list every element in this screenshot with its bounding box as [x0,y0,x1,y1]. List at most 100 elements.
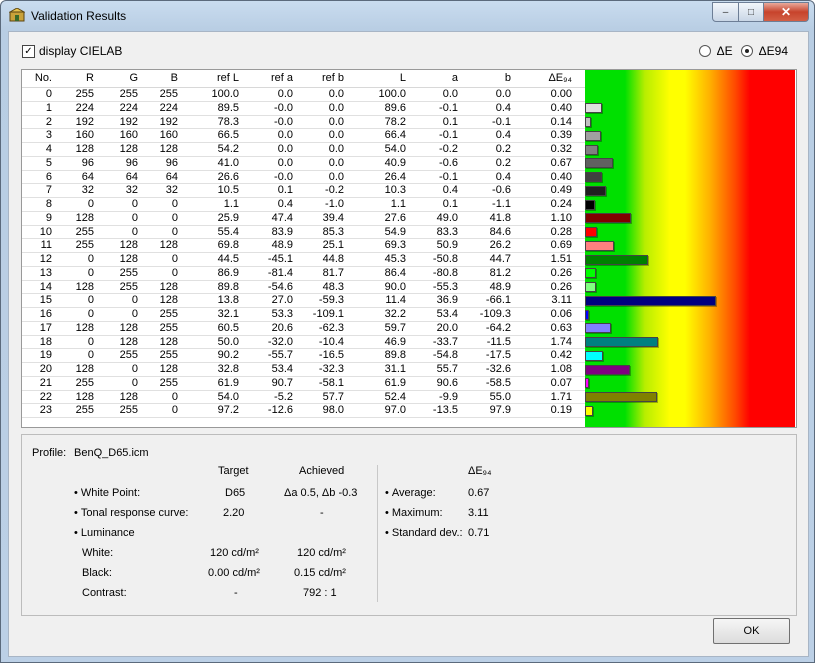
display-cielab-checkbox[interactable]: ✓ display CIELAB [22,44,122,58]
table-row[interactable]: 23 255 255 0 97.2 -12.6 98.0 97.0 -13.5 97.9 0.19 [22,404,585,418]
table-cell: 160 [159,129,178,142]
table-row[interactable]: 7 32 32 32 10.5 0.1 -0.2 10.3 0.4 -0.6 0.49 [22,184,585,198]
table-cell: 60.5 [217,321,239,334]
table-row[interactable]: 13 0 255 0 86.9 -81.4 81.7 86.4 -80.8 81.2 0.26 [22,267,585,281]
checkbox-box[interactable]: ✓ [22,44,35,58]
delta-e-bar [585,103,602,114]
table-cell: 0 [87,266,94,279]
table-cell: 64 [125,170,138,183]
table-row[interactable]: 11 255 128 128 69.8 48.9 25.1 69.3 50.9 26.2 0.69 [22,239,585,253]
table-cell: 27.0 [271,294,293,307]
delta-e-bar [585,240,614,251]
table-cell: 90.7 [271,376,293,389]
table-cell: 224 [159,101,178,114]
table-row[interactable]: 15 0 0 128 13.8 27.0 -59.3 11.4 36.9 -66.1 3.11 [22,294,585,308]
app-icon [9,8,25,22]
table-cell: 15 [39,294,52,307]
column-header: No. [34,72,52,84]
table-row[interactable]: 14 128 255 128 89.8 -54.6 48.3 90.0 -55.3 48.9 0.2… [22,281,585,295]
radio-delta-e94[interactable]: ΔE94 [740,44,788,58]
delta-e-bar [585,144,599,155]
table-cell: 48.9 [271,239,293,252]
maximize-button[interactable]: □ [739,2,764,22]
table-row[interactable]: 1 224 224 224 89.5 -0.0 0.0 89.6 -0.1 0.4 0.40 [22,102,585,116]
table-row[interactable]: 4 128 128 128 54.2 0.0 0.0 54.0 -0.2 0.2 0.32 [22,143,585,157]
table-row[interactable]: 22 128 128 0 54.0 -5.2 57.7 52.4 -9.9 55.0 1.71 [22,391,585,405]
delta-e-bar-chart [585,70,795,427]
table-cell: 255 [159,376,178,389]
table-cell: 100.0 [211,88,239,100]
black-target: 0.00 cd/m² [208,567,260,579]
table-row[interactable]: 0 255 255 255 100.0 0.0 0.0 100.0 0.0 0.0 0.00 [22,88,585,102]
black-label: Black: [82,567,112,579]
table-cell: 98.0 [322,404,344,417]
table-cell: 53.4 [271,363,293,375]
table-row[interactable]: 17 128 128 255 60.5 20.6 -62.3 59.7 20.0 -64.2 0.6… [22,322,585,336]
table-cell: 69.3 [384,239,406,252]
minimize-button[interactable]: – [712,2,739,22]
target-header: Target [218,465,249,477]
results-table[interactable]: No. R G Bref Lref a ref b La b ΔE₉₄ 0 255 255 255 10… [21,69,797,428]
table-cell: 1 [45,101,52,114]
table-cell: 0.4 [495,170,511,183]
table-cell: 3.11 [551,294,572,307]
column-header: ref b [321,72,344,84]
title-bar[interactable]: Validation Results – □ ✕ [1,1,814,31]
table-row[interactable]: 2 192 192 192 78.3 -0.0 0.0 78.2 0.1 -0.1 0.14 [22,116,585,130]
table-row[interactable]: 5 96 96 96 41.0 0.0 0.0 40.9 -0.6 0.2 0.67 [22,157,585,171]
close-button[interactable]: ✕ [764,2,809,22]
results-grid: No. R G Bref Lref a ref b La b ΔE₉₄ 0 255 255 255 10… [22,70,585,418]
table-cell: 255 [75,404,94,417]
delta-e-bar [585,172,602,182]
table-row[interactable]: 10 255 0 0 55.4 83.9 85.3 54.9 83.3 84.6 0.28 [22,226,585,240]
table-cell: 0.1 [442,115,458,128]
table-cell: 32.2 [384,308,406,320]
table-cell: 5 [45,156,52,169]
table-row[interactable]: 8 0 0 0 1.1 0.4 -1.0 1.1 0.1 -1.1 0.24 [22,198,585,212]
ok-button[interactable]: OK [713,618,790,644]
table-row[interactable]: 6 64 64 64 26.6 -0.0 0.0 26.4 -0.1 0.4 0.40 [22,171,585,185]
column-header: R [86,72,94,84]
table-row[interactable]: 19 0 255 255 90.2 -55.7 -16.5 89.8 -54.8 -17.5 0.4… [22,349,585,363]
table-row[interactable]: 18 0 128 128 50.0 -32.0 -10.4 46.9 -33.7 -11.5 1.7… [22,336,585,350]
table-cell: 0.32 [550,143,572,155]
table-cell: 255 [75,376,94,389]
radio-delta-e94-dot[interactable] [740,45,753,57]
table-cell: 255 [75,88,94,100]
table-cell: -59.3 [318,294,344,307]
delta-e-bar [585,117,591,127]
table-cell: 0.0 [277,156,293,169]
table-cell: 55.4 [217,225,239,238]
table-cell: 0.2 [495,156,511,169]
radio-delta-e[interactable]: ΔE [698,44,733,58]
table-cell: 31.1 [384,363,406,375]
table-cell: 16 [39,308,52,320]
table-cell: 128 [119,321,138,334]
table-row[interactable]: 21 255 0 255 61.9 90.7 -58.1 61.9 90.6 -58.5 0.07 [22,377,585,391]
profile-value: BenQ_D65.icm [74,447,149,459]
white-achieved: 120 cd/m² [297,547,346,559]
table-row[interactable]: 3 160 160 160 66.5 0.0 0.0 66.4 -0.1 0.4 0.39 [22,129,585,143]
table-cell: 0.0 [328,143,344,155]
table-cell: 78.2 [384,115,406,128]
table-cell: 0.0 [328,170,344,183]
table-cell: 255 [75,239,94,252]
table-cell: 17 [39,321,52,334]
table-row[interactable]: 9 128 0 0 25.9 47.4 39.4 27.6 49.0 41.8 1.10 [22,212,585,226]
table-cell: 0.26 [550,266,572,279]
table-row[interactable]: 20 128 0 128 32.8 53.4 -32.3 31.1 55.7 -32.6 1.08 [22,363,585,377]
table-cell: 128 [75,280,94,293]
table-cell: 0.0 [277,143,293,155]
table-cell: 255 [119,266,138,279]
table-row[interactable]: 12 0 128 0 44.5 -45.1 44.8 45.3 -50.8 44.7 1.51 [22,253,585,267]
table-cell: -55.3 [432,280,458,293]
table-cell: 0.4 [495,129,511,142]
table-cell: 0.28 [550,225,572,238]
table-cell: -54.8 [432,349,458,362]
radio-delta-e-dot[interactable] [698,45,711,57]
table-cell: 0.19 [550,404,572,417]
table-cell: 54.0 [217,390,239,403]
table-row[interactable]: 16 0 0 255 32.1 53.3 -109.1 32.2 53.4 -109.3 0.06 [22,308,585,322]
table-cell: 0.4 [495,101,511,114]
table-cell: -5.2 [274,390,293,403]
